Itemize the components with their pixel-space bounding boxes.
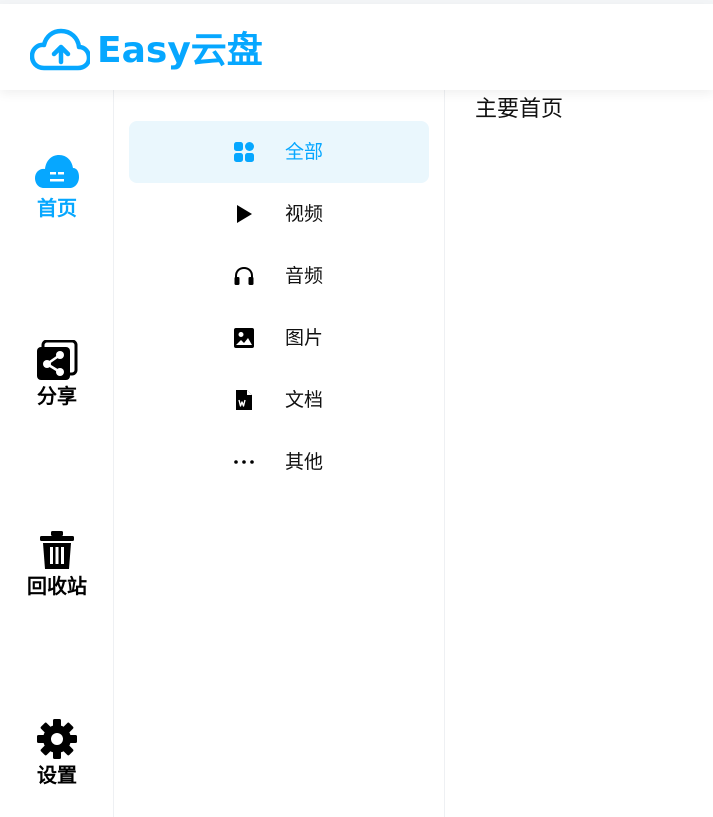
main-content: 主要首页	[446, 90, 713, 817]
headphones-icon	[234, 266, 254, 285]
category-label: 音频	[285, 265, 324, 287]
image-icon	[234, 328, 254, 348]
category-other[interactable]: 其他	[129, 431, 429, 493]
sidebar-item-home[interactable]: 首页	[0, 152, 114, 232]
category-menu: 全部 视频 音频 图片 文档 其他	[114, 90, 445, 817]
category-audio[interactable]: 音频	[129, 245, 429, 307]
sidebar-item-recycle-bin[interactable]: 回收站	[0, 530, 114, 610]
sidebar-item-label: 设置	[37, 763, 77, 787]
left-sidebar: 首页 分享 回收站 设置	[0, 90, 114, 817]
gear-icon	[37, 719, 77, 759]
grid-icon	[234, 142, 254, 162]
category-all[interactable]: 全部	[129, 121, 429, 183]
cloud-icon	[35, 155, 79, 188]
more-icon	[234, 460, 254, 464]
app-title: Easy云盘	[97, 30, 263, 71]
sidebar-item-share[interactable]: 分享	[0, 340, 114, 420]
sidebar-item-label: 首页	[37, 196, 77, 220]
trash-icon	[40, 531, 74, 569]
category-video[interactable]: 视频	[129, 183, 429, 245]
category-label: 文档	[285, 389, 324, 411]
sidebar-item-label: 分享	[37, 384, 77, 408]
app-header: Easy云盘	[0, 4, 713, 90]
share-icon	[37, 340, 78, 380]
page-title: 主要首页	[475, 97, 564, 122]
category-images[interactable]: 图片	[129, 307, 429, 369]
document-icon	[236, 390, 252, 410]
category-label: 其他	[285, 451, 324, 473]
sidebar-item-label: 回收站	[27, 574, 87, 598]
cloud-upload-icon	[30, 28, 90, 71]
category-label: 图片	[285, 327, 324, 349]
category-label: 全部	[285, 141, 324, 163]
play-icon	[237, 205, 252, 223]
sidebar-item-settings[interactable]: 设置	[0, 719, 114, 799]
category-documents[interactable]: 文档	[129, 369, 429, 431]
category-label: 视频	[285, 203, 324, 225]
